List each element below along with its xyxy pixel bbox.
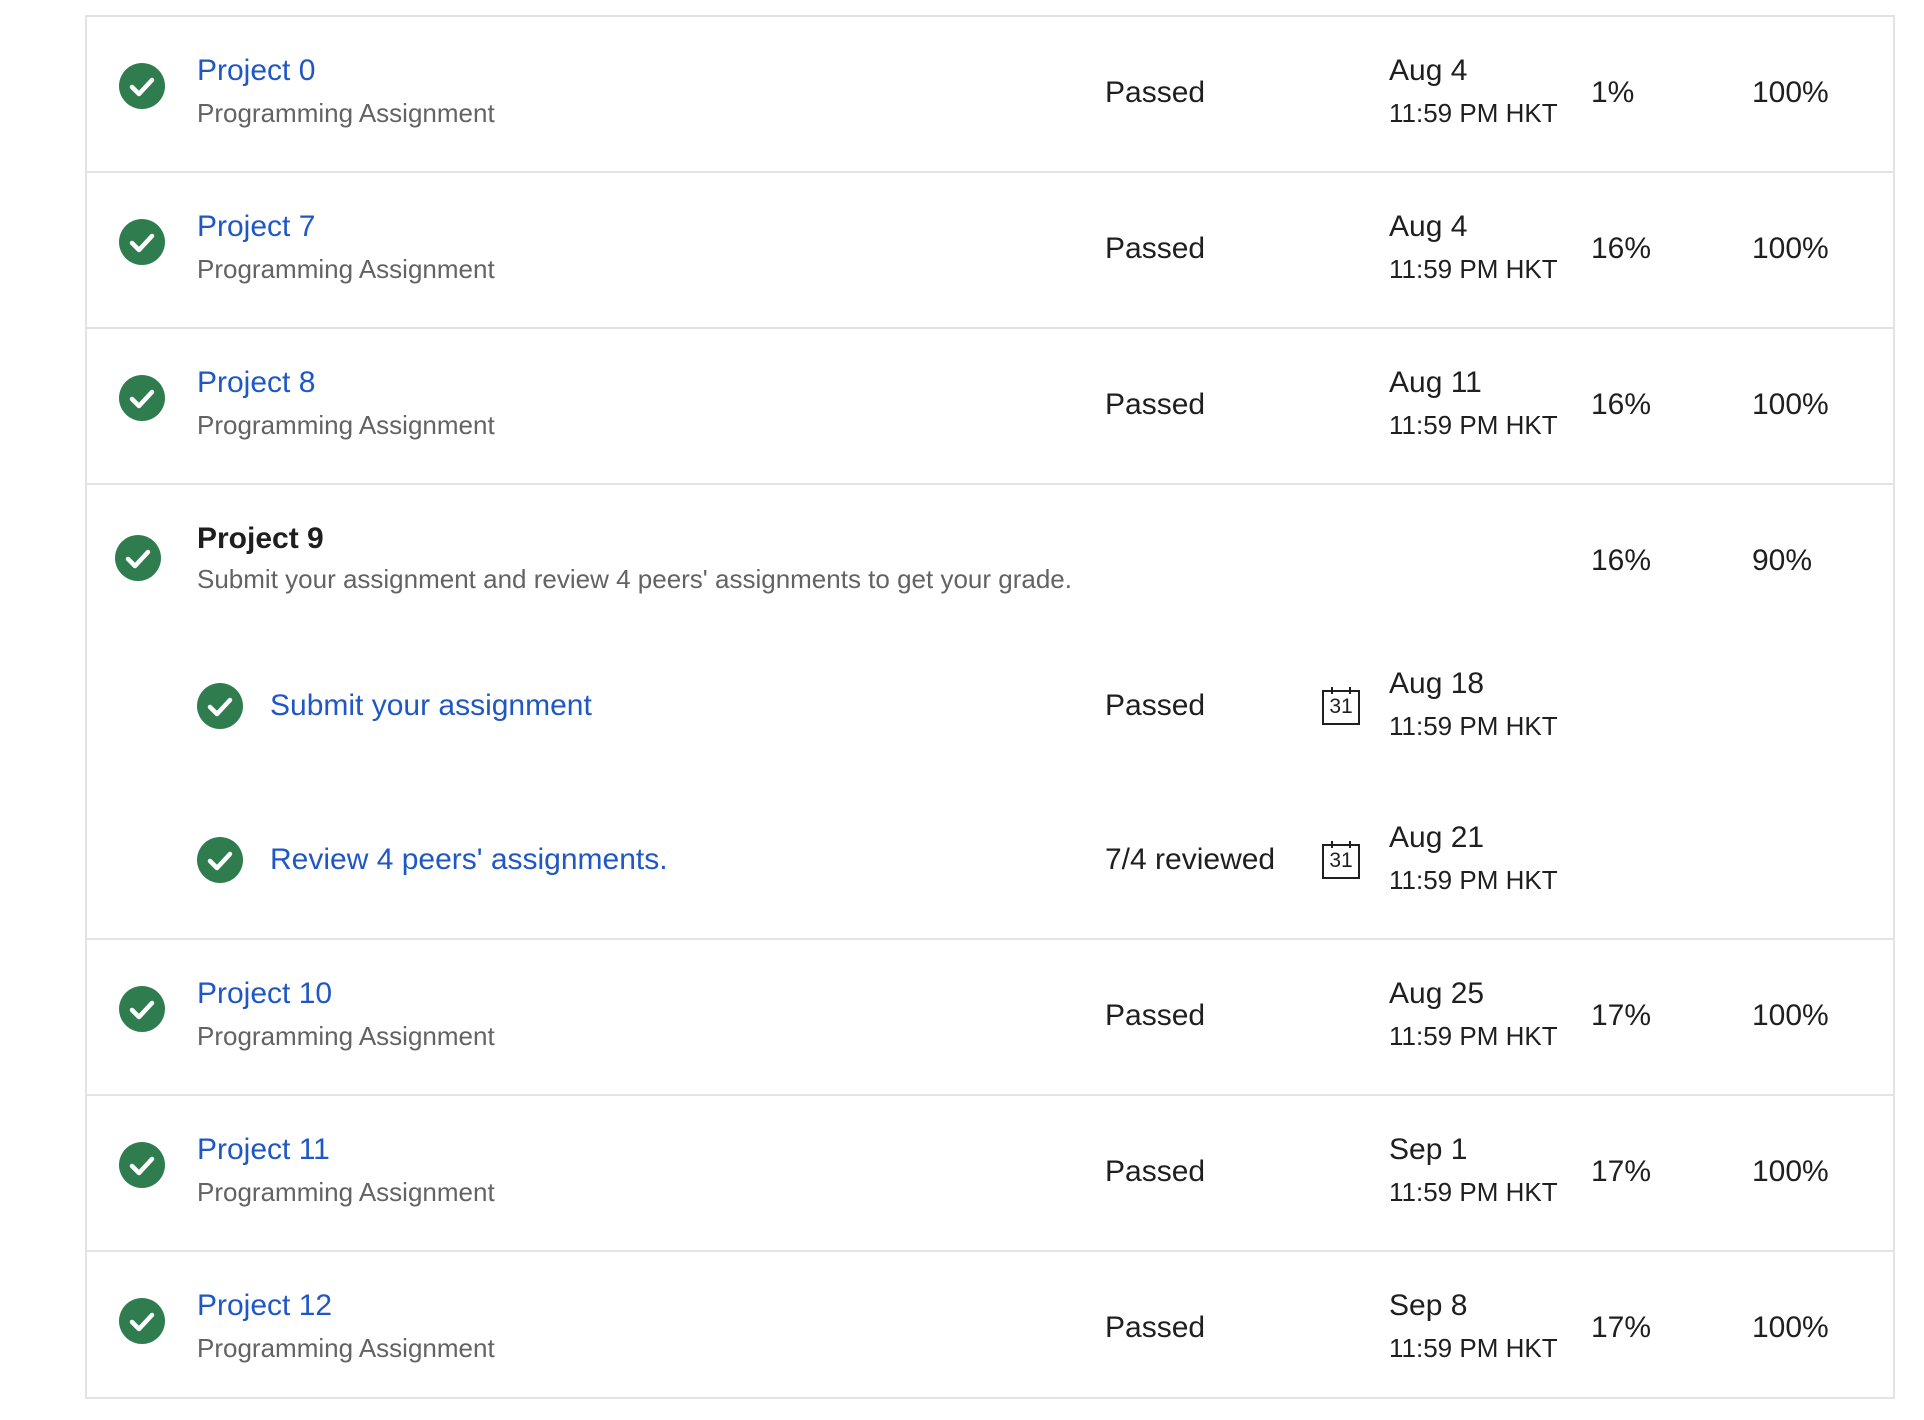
grade-value: 100% <box>1752 1155 1829 1188</box>
grade-value: 100% <box>1752 388 1829 421</box>
submit-assignment-link[interactable]: Submit your assignment <box>270 688 592 724</box>
grades-table: Project 0 Programming Assignment Passed … <box>85 15 1895 1399</box>
table-row: Project 10 Programming Assignment Passed… <box>87 940 1893 1096</box>
grade-value: 100% <box>1752 232 1829 265</box>
project-link[interactable]: Project 7 <box>197 209 315 245</box>
table-row: Project 7 Programming Assignment Passed … <box>87 173 1893 329</box>
project-description: Submit your assignment and review 4 peer… <box>197 564 1072 594</box>
due-date: Aug 4 <box>1389 54 1468 87</box>
due-date: Aug 11 <box>1389 366 1482 399</box>
item-type: Programming Assignment <box>197 410 495 440</box>
due-time: 11:59 PM HKT <box>1389 1177 1558 1207</box>
grade-value: 100% <box>1752 999 1829 1032</box>
item-type: Programming Assignment <box>197 98 495 128</box>
item-type: Programming Assignment <box>197 1333 495 1363</box>
due-date: Aug 4 <box>1389 210 1468 243</box>
review-peers-link[interactable]: Review 4 peers' assignments. <box>270 842 668 878</box>
project-link[interactable]: Project 10 <box>197 976 332 1012</box>
status-text: 7/4 reviewed <box>1105 843 1276 876</box>
due-time: 11:59 PM HKT <box>1389 1333 1558 1363</box>
weight-value: 1% <box>1591 76 1635 109</box>
item-type: Programming Assignment <box>197 1021 495 1051</box>
status-text: Passed <box>1105 388 1206 421</box>
table-row: Project 0 Programming Assignment Passed … <box>87 17 1893 173</box>
due-time: 11:59 PM HKT <box>1389 1021 1558 1051</box>
due-date: Aug 25 <box>1389 977 1485 1010</box>
weight-value: 17% <box>1591 999 1652 1032</box>
check-circle-icon <box>197 683 243 729</box>
check-circle-icon <box>119 219 165 265</box>
due-date: Aug 21 <box>1389 821 1485 854</box>
check-circle-icon <box>119 986 165 1032</box>
due-time: 11:59 PM HKT <box>1389 254 1558 284</box>
status-text: Passed <box>1105 1155 1206 1188</box>
grade-value: 100% <box>1752 1311 1829 1344</box>
project-link[interactable]: Project 8 <box>197 365 315 401</box>
calendar-icon: 31 <box>1321 686 1361 726</box>
due-time: 11:59 PM HKT <box>1389 98 1558 128</box>
check-circle-icon <box>119 63 165 109</box>
weight-value: 17% <box>1591 1155 1652 1188</box>
check-circle-icon <box>197 837 243 883</box>
calendar-icon: 31 <box>1321 840 1361 880</box>
grade-value: 90% <box>1752 544 1813 577</box>
due-date: Sep 8 <box>1389 1289 1468 1322</box>
project-link[interactable]: Project 12 <box>197 1288 332 1324</box>
due-time: 11:59 PM HKT <box>1389 410 1558 440</box>
table-row: Project 8 Programming Assignment Passed … <box>87 329 1893 485</box>
status-text: Passed <box>1105 1311 1206 1344</box>
project-title: Project 9 <box>197 522 324 555</box>
due-time: 11:59 PM HKT <box>1389 711 1558 741</box>
status-text: Passed <box>1105 999 1206 1032</box>
due-date: Aug 18 <box>1389 667 1485 700</box>
table-row-peer-project: Project 9 Submit your assignment and rev… <box>87 485 1893 940</box>
project-link[interactable]: Project 0 <box>197 53 315 89</box>
status-text: Passed <box>1105 76 1206 109</box>
due-time: 11:59 PM HKT <box>1389 865 1558 895</box>
table-row: Project 12 Programming Assignment Passed… <box>87 1252 1893 1397</box>
check-circle-icon <box>119 1298 165 1344</box>
status-text: Passed <box>1105 689 1206 722</box>
item-type: Programming Assignment <box>197 254 495 284</box>
weight-value: 16% <box>1591 232 1652 265</box>
check-circle-icon <box>119 375 165 421</box>
weight-value: 16% <box>1591 388 1652 421</box>
weight-value: 16% <box>1591 544 1652 577</box>
table-row: Project 11 Programming Assignment Passed… <box>87 1096 1893 1252</box>
status-text: Passed <box>1105 232 1206 265</box>
grade-value: 100% <box>1752 76 1829 109</box>
check-circle-icon <box>115 535 161 581</box>
weight-value: 17% <box>1591 1311 1652 1344</box>
due-date: Sep 1 <box>1389 1133 1468 1166</box>
check-circle-icon <box>119 1142 165 1188</box>
item-type: Programming Assignment <box>197 1177 495 1207</box>
project-link[interactable]: Project 11 <box>197 1132 330 1168</box>
